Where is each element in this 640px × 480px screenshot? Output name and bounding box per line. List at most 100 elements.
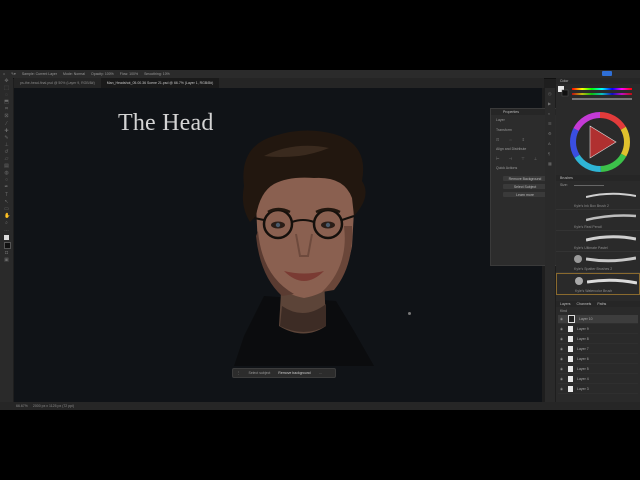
tab-document-1[interactable]: ps-the-head-final.psd @ 50% (Layer 9, RG…	[14, 78, 101, 88]
layer-row[interactable]: ◉ Layer 9	[558, 325, 638, 334]
brush-name: Kyle's Ultimate Pastel	[574, 246, 608, 250]
brush-name: Kyle's Watercolor Brush	[575, 289, 613, 293]
brush-item[interactable]: Kyle's Real Pencil	[556, 210, 640, 231]
visibility-eye-icon[interactable]: ◉	[560, 317, 564, 321]
select-subject-quick-action[interactable]: Select Subject	[503, 184, 547, 189]
layer-row[interactable]: ◉ Layer 8	[558, 335, 638, 344]
clone-stamp-tool-icon[interactable]: ⊥	[4, 142, 9, 148]
brush-name: Kyle's Spatter Brushes 2	[574, 267, 613, 271]
option-mode[interactable]: Mode: Normal	[63, 72, 85, 76]
more-options-button[interactable]: …	[315, 371, 327, 375]
screen-mode-icon[interactable]: ▣	[4, 258, 9, 263]
quick-mask-icon[interactable]: ◘	[4, 251, 9, 256]
frame-tool-icon[interactable]: ⊠	[4, 114, 9, 119]
hand-tool-icon[interactable]: ✋	[4, 213, 10, 219]
visibility-eye-icon[interactable]: ◉	[560, 367, 564, 371]
lasso-tool-icon[interactable]: ◌	[4, 93, 9, 98]
actions-icon[interactable]: ▶	[548, 102, 552, 106]
layer-row[interactable]: ◉ Layer 10	[558, 315, 638, 324]
option-smoothing[interactable]: Smoothing: 10%	[144, 72, 170, 76]
remove-background-button[interactable]: Remove background	[274, 371, 314, 375]
pen-tool-icon[interactable]: ✒	[4, 185, 9, 190]
document-canvas[interactable]: The Head ⋮ Select subject Remove backgro…	[14, 88, 542, 402]
brush-tip-thumbnail	[574, 255, 582, 263]
layer-name: Layer 8	[577, 337, 589, 341]
zoom-level[interactable]: 66.67%	[16, 404, 28, 408]
zoom-tool-icon[interactable]: ⌕	[4, 220, 9, 226]
collapsed-panel-icons: ◷ ▶ ◐ ☰ ⚙ A ¶ ▦	[545, 88, 555, 402]
layer-row[interactable]: ◉ Layer 7	[558, 345, 638, 354]
brush-tool-icon[interactable]: ✎	[4, 135, 9, 141]
visibility-eye-icon[interactable]: ◉	[560, 327, 564, 331]
move-tool-icon[interactable]: ✥	[4, 79, 9, 84]
color-wheel[interactable]	[556, 84, 640, 174]
adjustments-icon[interactable]: ◐	[548, 112, 552, 116]
select-subject-button[interactable]: Select subject	[245, 371, 275, 375]
layer-row[interactable]: ◉ Layer 4	[558, 375, 638, 384]
layer-thumbnail	[568, 336, 573, 342]
background-swatch	[561, 89, 569, 97]
properties-icon[interactable]: ⚙	[548, 132, 552, 136]
background-color-swatch[interactable]	[4, 242, 11, 250]
layer-filter-kind[interactable]: Kind	[560, 309, 567, 313]
context-bar-handle-icon[interactable]: ⋮	[233, 371, 245, 375]
share-button[interactable]	[602, 71, 612, 76]
tab-document-2[interactable]: Man_Headshot_05.00.36 Scene 21.psd @ 66.…	[100, 78, 220, 88]
layer-name: Layer 9	[577, 327, 589, 331]
layer-row[interactable]: ◉ Layer 6	[558, 355, 638, 364]
character-icon[interactable]: A	[548, 142, 552, 146]
portrait-painting	[234, 130, 374, 366]
option-sample[interactable]: Sample: Current Layer	[22, 72, 57, 76]
layer-name: Layer 3	[577, 387, 589, 391]
dodge-tool-icon[interactable]: ○	[4, 178, 9, 183]
visibility-eye-icon[interactable]: ◉	[560, 387, 564, 391]
visibility-eye-icon[interactable]: ◉	[560, 337, 564, 341]
path-select-tool-icon[interactable]: ↖	[4, 199, 9, 205]
visibility-eye-icon[interactable]: ◉	[560, 357, 564, 361]
shape-tool-icon[interactable]: ▭	[4, 206, 9, 212]
healing-brush-tool-icon[interactable]: ✚	[4, 128, 9, 134]
brush-preset-picker[interactable]: ✎▾	[11, 72, 16, 76]
document-info[interactable]: 2000 px x 1125 px (72 ppi)	[33, 404, 74, 408]
brush-item[interactable]: Kyle's Watercolor Brush	[556, 273, 640, 295]
brush-item[interactable]: Kyle's Ultimate Pastel	[556, 231, 640, 252]
home-icon[interactable]: ⌂	[3, 72, 5, 76]
history-brush-tool-icon[interactable]: ↺	[4, 149, 9, 155]
swatches-icon[interactable]: ▦	[548, 162, 552, 166]
brush-item[interactable]: Kyle's Ink Box Brush 2	[556, 189, 640, 210]
object-select-tool-icon[interactable]: ⬒	[4, 100, 9, 105]
canvas-area: The Head ⋮ Select subject Remove backgro…	[14, 88, 560, 402]
layer-thumbnail	[568, 376, 573, 382]
eraser-tool-icon[interactable]: ▱	[4, 157, 9, 162]
marquee-tool-icon[interactable]: ⬚	[4, 86, 9, 91]
tab-channels[interactable]: Channels	[577, 302, 592, 306]
crop-tool-icon[interactable]: ⌗	[4, 107, 9, 112]
layer-name: Layer 10	[579, 317, 593, 321]
foreground-color-swatch[interactable]	[4, 235, 9, 241]
remove-background-quick-action[interactable]: Remove Background	[503, 176, 547, 181]
more-tools-icon[interactable]: …	[4, 227, 9, 233]
visibility-eye-icon[interactable]: ◉	[560, 377, 564, 381]
brush-size-slider[interactable]	[573, 184, 604, 186]
brush-item[interactable]: Kyle's Spatter Brushes 2	[556, 252, 640, 273]
tab-layers[interactable]: Layers	[560, 302, 571, 306]
eyedropper-tool-icon[interactable]: ⁄	[4, 121, 9, 127]
layer-row[interactable]: ◉ Layer 5	[558, 365, 638, 374]
layer-name: Layer 7	[577, 347, 589, 351]
libraries-icon[interactable]: ☰	[548, 122, 552, 126]
document-tabs: ps-the-head-final.psd @ 50% (Layer 9, RG…	[14, 78, 544, 88]
brush-name: Kyle's Real Pencil	[574, 225, 602, 229]
tab-paths[interactable]: Paths	[597, 302, 606, 306]
option-flow[interactable]: Flow: 100%	[120, 72, 138, 76]
blur-tool-icon[interactable]: ◍	[4, 171, 9, 176]
layer-row[interactable]: ◉ Layer 3	[558, 385, 638, 394]
type-tool-icon[interactable]: T	[4, 192, 9, 198]
layer-thumbnail	[568, 346, 573, 352]
visibility-eye-icon[interactable]: ◉	[560, 347, 564, 351]
gradient-tool-icon[interactable]: ▤	[4, 164, 9, 169]
learn-more-link[interactable]: Learn more	[503, 192, 547, 197]
option-opacity[interactable]: Opacity: 100%	[91, 72, 114, 76]
history-icon[interactable]: ◷	[548, 92, 552, 96]
paragraph-icon[interactable]: ¶	[548, 152, 552, 156]
layer-thumbnail	[568, 356, 573, 362]
